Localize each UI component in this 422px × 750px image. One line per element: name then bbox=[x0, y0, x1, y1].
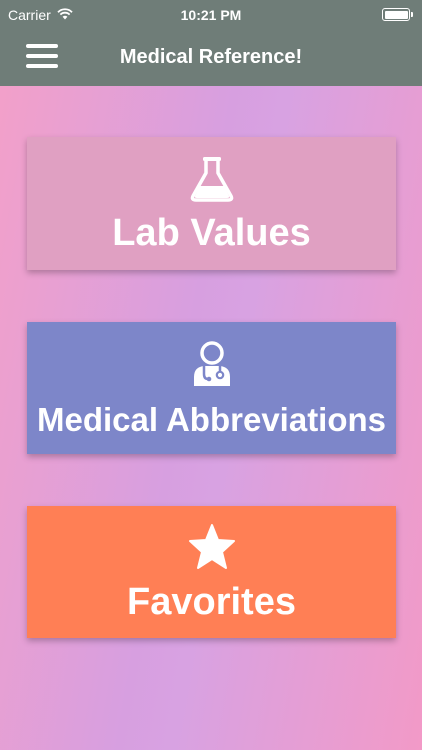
favorites-button[interactable]: Favorites bbox=[27, 506, 396, 638]
status-time: 10:21 PM bbox=[180, 7, 242, 23]
nav-bar: Medical Reference! bbox=[0, 30, 422, 86]
star-icon bbox=[187, 521, 237, 571]
medical-abbreviations-label: Medical Abbreviations bbox=[36, 401, 387, 438]
status-bar: Carrier 10:21 PM bbox=[0, 0, 422, 30]
medical-abbreviations-button[interactable]: Medical Abbreviations bbox=[27, 322, 396, 454]
doctor-icon bbox=[190, 337, 234, 387]
favorites-label: Favorites bbox=[127, 580, 296, 623]
battery-icon bbox=[382, 8, 413, 21]
lab-values-label: Lab Values bbox=[112, 212, 311, 254]
flask-icon bbox=[190, 152, 234, 202]
page-title: Medical Reference! bbox=[119, 46, 303, 68]
lab-values-button[interactable]: Lab Values bbox=[27, 137, 396, 270]
